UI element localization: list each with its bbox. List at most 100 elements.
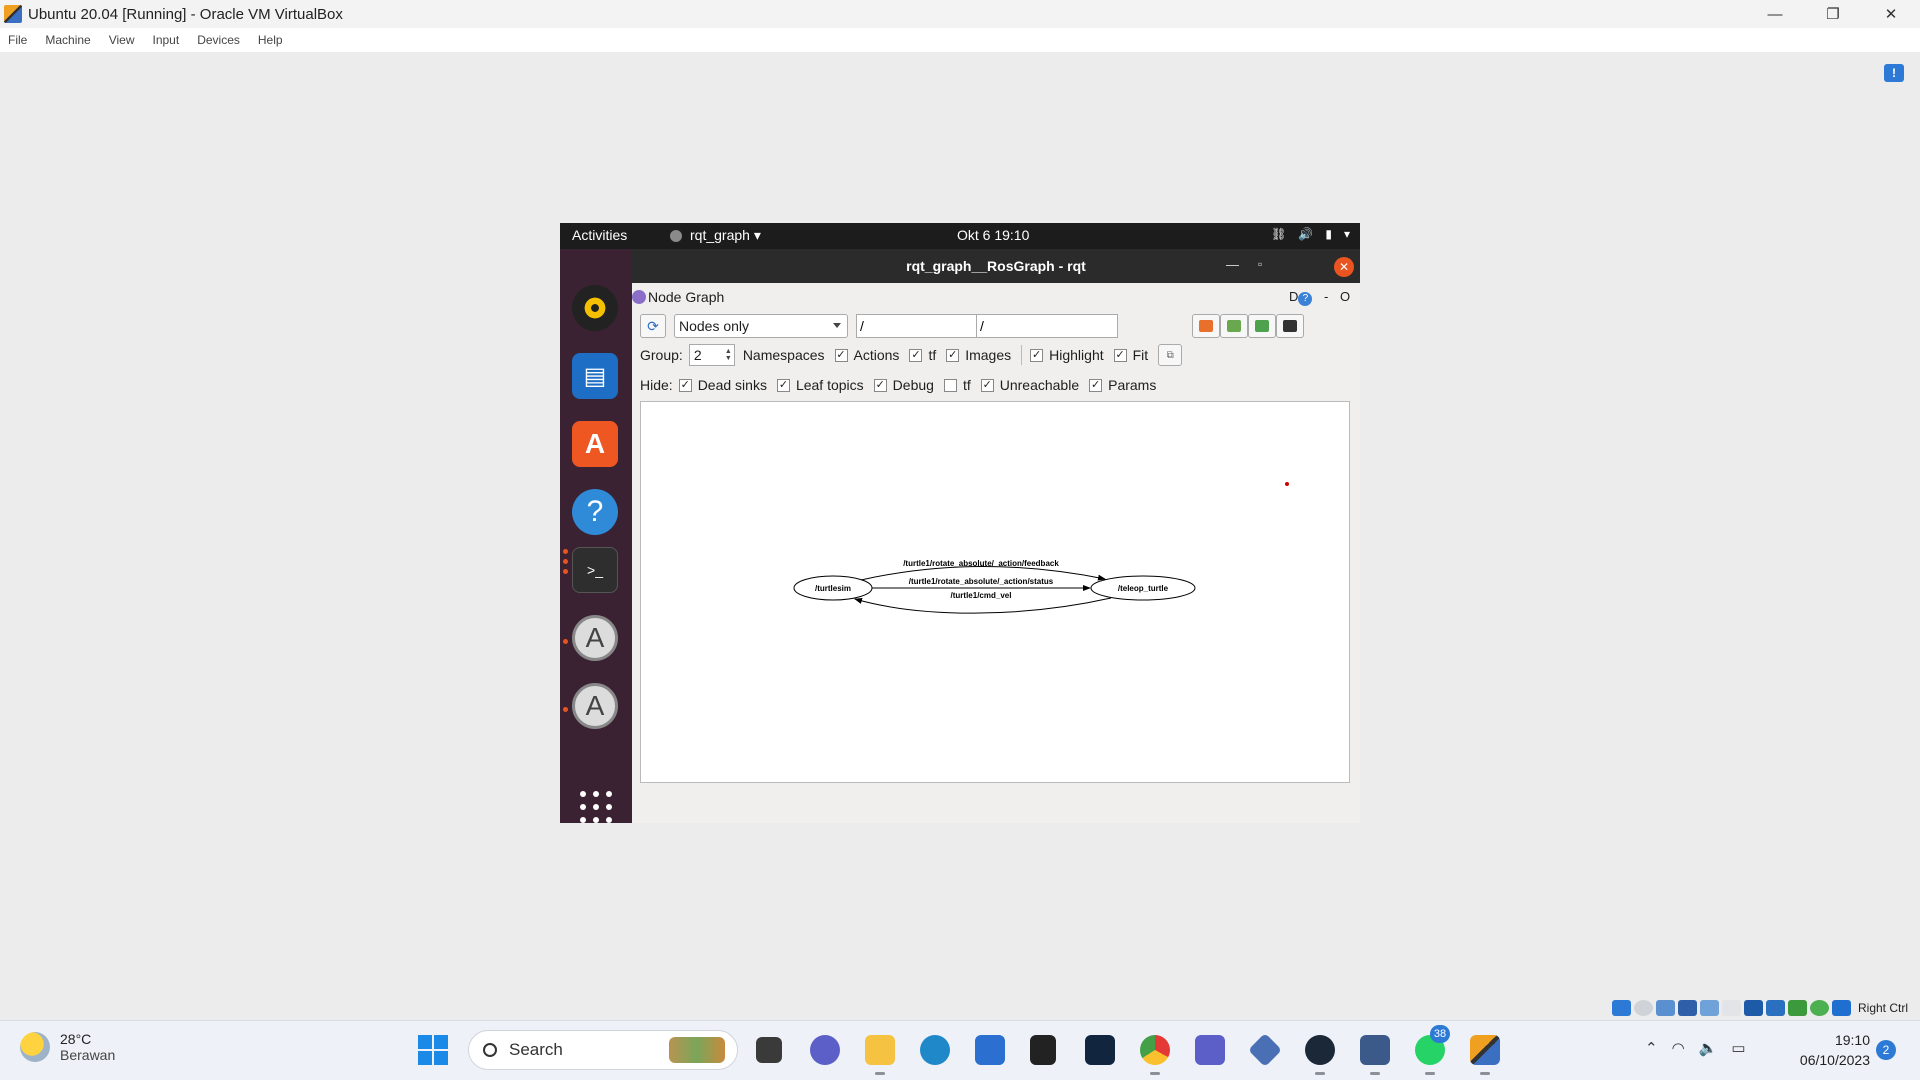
code-editor-icon[interactable] [1085, 1035, 1115, 1065]
dead-sinks-checkbox[interactable]: ✓ Dead sinks [678, 377, 767, 393]
group-spinbox[interactable]: 2 ▲ ▼ [688, 344, 735, 366]
minimize-button[interactable]: — [1746, 0, 1804, 28]
app-menu[interactable]: rqt_graph ▾ [670, 227, 761, 244]
shared-folders-icon[interactable] [1722, 1000, 1741, 1016]
menu-devices[interactable]: Devices [197, 33, 240, 47]
rqt-minimize-button[interactable]: — [1226, 257, 1239, 272]
usb-icon[interactable] [1700, 1000, 1719, 1016]
edge-cmd-vel[interactable] [854, 597, 1112, 614]
rqt-window-titlebar: rqt_graph__RosGraph - rqt — ▫ ✕ [632, 249, 1360, 283]
hard-disk-icon[interactable] [1612, 1000, 1631, 1016]
notification-center-badge[interactable]: 2 [1876, 1040, 1896, 1060]
virtualbox-manager-icon[interactable] [1360, 1035, 1390, 1065]
system-tray: ⌃ ◠ 🔈 ▭ [1645, 1039, 1746, 1057]
weather-widget[interactable]: 28°C Berawan [20, 1031, 115, 1063]
menu-file[interactable]: File [8, 33, 27, 47]
keyboard-capture-icon[interactable] [1832, 1000, 1851, 1016]
vmware-icon[interactable] [1248, 1033, 1282, 1067]
params-checkbox[interactable]: ✓ Params [1089, 377, 1156, 393]
rhythmbox-icon[interactable] [572, 285, 618, 331]
virtualbox-icon [4, 5, 22, 23]
rqt-close-button[interactable]: ✕ [1334, 257, 1354, 277]
edge-icon[interactable] [920, 1035, 950, 1065]
running-indicator [563, 707, 568, 712]
taskbar-search[interactable]: Search [468, 1030, 738, 1070]
refresh-button[interactable]: ⟳ [640, 314, 666, 338]
dock-minimize-button[interactable]: - [1324, 289, 1328, 304]
spin-arrows-icon[interactable]: ▲ ▼ [725, 348, 732, 362]
vbox-notification-icon[interactable]: ! [1884, 64, 1904, 82]
battery-icon: ▮ [1325, 227, 1332, 241]
ros-graph-svg: /turtlesim /teleop_turtle /turtle1/rotat… [793, 482, 1289, 614]
audio-icon[interactable] [1656, 1000, 1675, 1016]
debug-checkbox[interactable]: ✓ Debug [873, 377, 934, 393]
microsoft-store-icon[interactable] [975, 1035, 1005, 1065]
chevron-up-icon[interactable]: ⌃ [1645, 1039, 1658, 1057]
running-indicator [563, 639, 568, 644]
dropbox-icon[interactable] [1030, 1035, 1056, 1065]
menu-input[interactable]: Input [153, 33, 180, 47]
virtualbox-vm-icon[interactable] [1470, 1035, 1500, 1065]
running-indicator [1370, 1072, 1380, 1075]
fullscreen-button[interactable] [1276, 314, 1304, 338]
vm-display[interactable]: Activities rqt_graph ▾ Okt 6 19:10 ⛓ 🔊 ▮… [560, 223, 1360, 823]
taskbar-clock[interactable]: 19:10 06/10/2023 [1786, 1030, 1870, 1070]
start-button[interactable] [418, 1035, 448, 1065]
display-icon[interactable] [1744, 1000, 1763, 1016]
recording-icon[interactable] [1766, 1000, 1785, 1016]
gnome-system-tray[interactable]: ⛓ 🔊 ▮ ▾ [1271, 227, 1350, 241]
activities-button[interactable]: Activities [572, 227, 627, 243]
edge-feedback-label: /turtle1/rotate_absolute/_action/feedbac… [903, 559, 1059, 568]
tf-checkbox[interactable]: ✓ tf [909, 347, 936, 363]
teams-icon[interactable] [1195, 1035, 1225, 1065]
fit-in-view-button[interactable]: ⧉ [1158, 344, 1183, 366]
wifi-icon[interactable]: ◠ [1672, 1039, 1685, 1057]
images-checkbox[interactable]: ✓ Images [946, 347, 1011, 363]
file-explorer-icon[interactable] [865, 1035, 895, 1065]
task-view-icon[interactable] [756, 1037, 782, 1063]
show-applications-icon[interactable] [580, 791, 612, 823]
battery-icon[interactable]: ▭ [1731, 1039, 1745, 1057]
cpu-icon[interactable] [1788, 1000, 1807, 1016]
chrome-icon[interactable] [1140, 1035, 1170, 1065]
app-gear-icon [670, 229, 682, 242]
highlight-checkbox[interactable]: ✓ Highlight [1030, 347, 1104, 363]
unreachable-checkbox[interactable]: ✓ Unreachable [980, 377, 1079, 393]
actions-checkbox[interactable]: ✓ Actions [834, 347, 899, 363]
graph-toolbar: ⟳ Nodes only [640, 314, 1360, 338]
teams-chat-icon[interactable] [810, 1035, 840, 1065]
mouse-integration-icon[interactable] [1810, 1000, 1829, 1016]
software-updater-icon[interactable]: A [572, 683, 618, 729]
software-updater-icon[interactable]: A [572, 615, 618, 661]
graph-mode-select[interactable]: Nodes only [674, 314, 848, 338]
steam-icon[interactable] [1305, 1035, 1335, 1065]
dock-close-button[interactable]: O [1340, 289, 1350, 304]
fit-checkbox[interactable]: ✓ Fit [1113, 347, 1148, 363]
menu-view[interactable]: View [109, 33, 135, 47]
save-dot-button[interactable] [1220, 314, 1248, 338]
help-icon[interactable]: ? [572, 489, 618, 535]
topic-filter-input[interactable] [976, 314, 1118, 338]
menu-help[interactable]: Help [258, 33, 283, 47]
network-icon: ⛓ [1271, 227, 1287, 241]
save-image-button[interactable] [1248, 314, 1276, 338]
restore-button[interactable]: ❐ [1804, 0, 1862, 28]
load-dot-button[interactable] [1192, 314, 1220, 338]
close-button[interactable]: ✕ [1862, 0, 1920, 28]
optical-drive-icon[interactable] [1634, 1000, 1653, 1016]
dock-help-button[interactable]: D? [1289, 289, 1313, 306]
writer-icon[interactable]: ▤ [572, 353, 618, 399]
running-indicator [1315, 1072, 1325, 1075]
leaf-topics-checkbox[interactable]: ✓ Leaf topics [776, 377, 864, 393]
terminal-icon[interactable]: >_ [572, 547, 618, 593]
clock-time: 19:10 [1834, 1032, 1870, 1048]
running-indicator [1425, 1072, 1435, 1075]
menu-machine[interactable]: Machine [45, 33, 90, 47]
rqt-maximize-button[interactable]: ▫ [1258, 257, 1262, 271]
speaker-icon[interactable]: 🔈 [1699, 1039, 1718, 1057]
graph-canvas[interactable]: /turtlesim /teleop_turtle /turtle1/rotat… [640, 401, 1350, 783]
network-adapter-icon[interactable] [1678, 1000, 1697, 1016]
hide-tf-checkbox[interactable]: tf [943, 377, 971, 393]
ubuntu-software-icon[interactable]: A [572, 421, 618, 467]
gnome-clock[interactable]: Okt 6 19:10 [957, 227, 1029, 243]
